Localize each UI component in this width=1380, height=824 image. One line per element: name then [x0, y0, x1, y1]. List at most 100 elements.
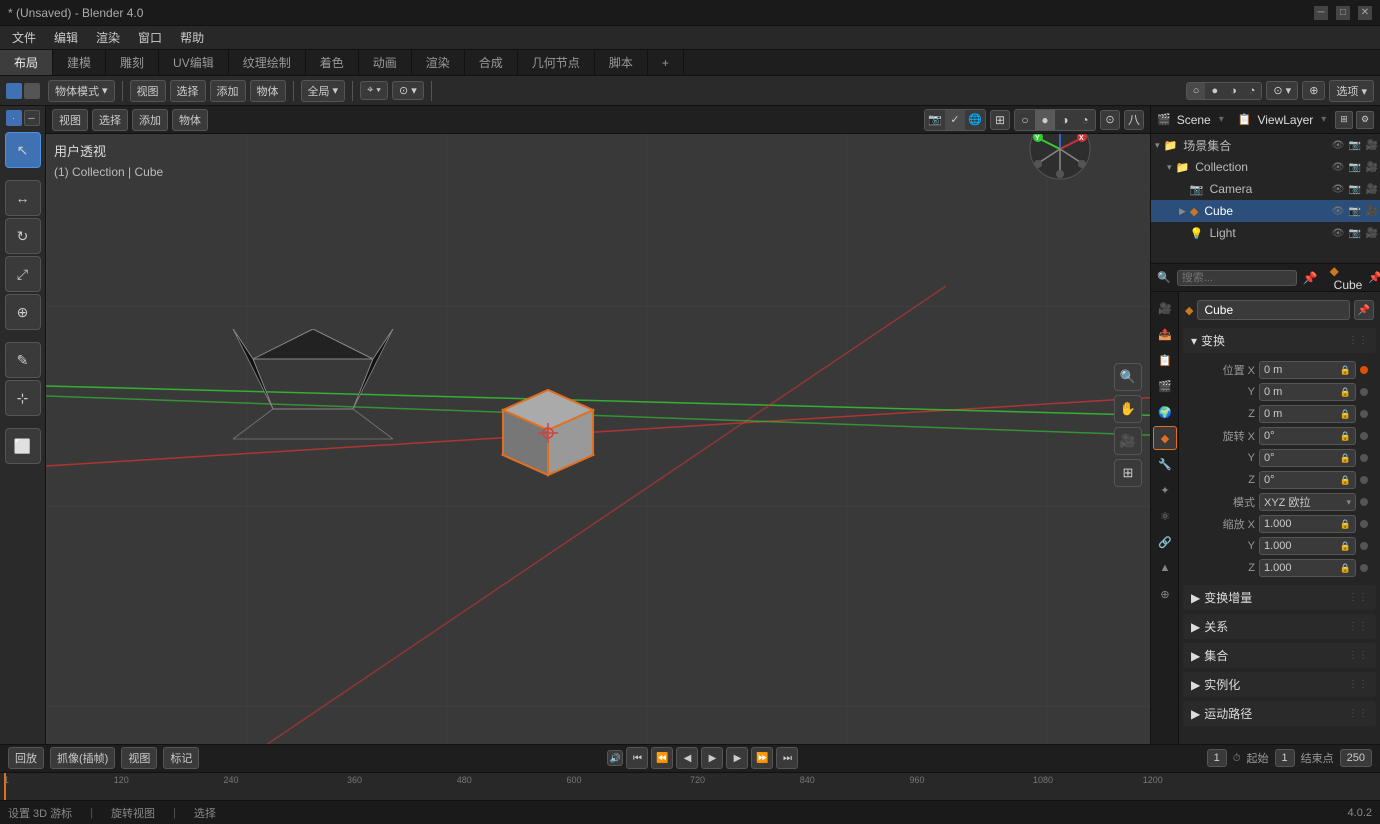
camera-view-tool[interactable]: 🎥: [1114, 427, 1142, 455]
menu-help[interactable]: 帮助: [172, 27, 212, 48]
vp-mode-cam[interactable]: 📷: [925, 110, 945, 130]
relations-header[interactable]: ▶ 关系 ⋮⋮: [1183, 614, 1376, 639]
menu-edit[interactable]: 编辑: [46, 27, 86, 48]
props-material-icon[interactable]: ⊕: [1153, 582, 1177, 606]
vp-scene-btn[interactable]: ⊞: [990, 110, 1010, 130]
props-physics-icon[interactable]: ⚛: [1153, 504, 1177, 528]
prev-frame-btn[interactable]: ◀: [676, 747, 698, 769]
play-btn[interactable]: ▶: [701, 747, 723, 769]
rotation-y-field[interactable]: 0° 🔒: [1259, 449, 1356, 467]
props-particles-icon[interactable]: ✦: [1153, 478, 1177, 502]
transform-section-header[interactable]: ▾ 变换 ⋮⋮: [1183, 328, 1376, 353]
start-frame[interactable]: 1: [1275, 749, 1295, 767]
audio-btn[interactable]: 🔊: [607, 750, 623, 766]
solid-shading[interactable]: ●: [1205, 83, 1224, 99]
obj-name-field[interactable]: Cube: [1197, 300, 1350, 320]
tab-animation[interactable]: 动画: [359, 50, 412, 75]
eye-btn[interactable]: 👁: [1330, 159, 1346, 175]
tab-render[interactable]: 渲染: [412, 50, 465, 75]
menu-window[interactable]: 窗口: [130, 27, 170, 48]
next-keyframe-btn[interactable]: ⏩: [751, 747, 773, 769]
select-menu[interactable]: 选择: [170, 80, 206, 102]
props-output-icon[interactable]: 📤: [1153, 322, 1177, 346]
props-modifier-icon[interactable]: 🔧: [1153, 452, 1177, 476]
to-end-btn[interactable]: ⏭: [776, 747, 798, 769]
global-selector[interactable]: 全局 ▾: [301, 80, 346, 102]
close-button[interactable]: ✕: [1358, 6, 1372, 20]
eye-btn[interactable]: 👁: [1330, 137, 1346, 153]
tl-view-btn[interactable]: 视图: [121, 747, 157, 769]
vp-view-btn[interactable]: 视图: [52, 109, 88, 131]
props-render-icon[interactable]: 🎥: [1153, 296, 1177, 320]
view-menu[interactable]: 视图: [130, 80, 166, 102]
tab-texture-paint[interactable]: 纹理绘制: [229, 50, 306, 75]
menu-render[interactable]: 渲染: [88, 27, 128, 48]
cam-btn[interactable]: 📷: [1347, 225, 1363, 241]
to-start-btn[interactable]: ⏮: [626, 747, 648, 769]
tl-marker-btn[interactable]: 标记: [163, 747, 199, 769]
select-mode-vert[interactable]: ·: [6, 110, 22, 126]
outliner-settings[interactable]: ⚙: [1356, 111, 1374, 129]
interpolation-btn[interactable]: 抓像(插帧): [50, 747, 115, 769]
outliner-filter[interactable]: ⊞: [1335, 111, 1353, 129]
object-menu[interactable]: 物体: [250, 80, 286, 102]
viewport-overlays[interactable]: ⊙ ▾: [1266, 81, 1298, 100]
tab-sculpt[interactable]: 雕刻: [106, 50, 159, 75]
frame-grid-tool[interactable]: ⊞: [1114, 459, 1142, 487]
collections-header[interactable]: ▶ 集合 ⋮⋮: [1183, 643, 1376, 668]
prev-keyframe-btn[interactable]: ⏪: [651, 747, 673, 769]
vp-material-btn[interactable]: ◑: [1055, 110, 1075, 130]
tab-uv[interactable]: UV编辑: [159, 50, 229, 75]
maximize-button[interactable]: □: [1336, 6, 1350, 20]
current-frame[interactable]: 1: [1207, 749, 1227, 767]
tab-scripting[interactable]: 脚本: [595, 50, 648, 75]
render-btn[interactable]: 🎥: [1364, 181, 1380, 197]
pin-btn[interactable]: 📌: [1368, 271, 1380, 284]
vp-solid-btn[interactable]: ●: [1035, 110, 1055, 130]
rotate-tool[interactable]: ↻: [5, 218, 41, 254]
props-scene-icon[interactable]: 🎬: [1153, 374, 1177, 398]
menu-file[interactable]: 文件: [4, 27, 44, 48]
vp-add-btn[interactable]: 添加: [132, 109, 168, 131]
measure-tool[interactable]: ⊹: [5, 380, 41, 416]
wireframe-shading[interactable]: ○: [1187, 83, 1206, 99]
mode-selector[interactable]: 物体模式 ▾: [48, 80, 115, 102]
vp-overlay-btn[interactable]: ⊙: [1100, 110, 1120, 130]
move-tool[interactable]: ↔: [5, 180, 41, 216]
snap-button[interactable]: ⌖ ▾: [360, 81, 388, 100]
add-cube-tool[interactable]: ⬜: [5, 428, 41, 464]
vp-gizmo-btn[interactable]: 八: [1124, 110, 1144, 130]
position-x-field[interactable]: 0 m 🔒: [1259, 361, 1356, 379]
pan-tool[interactable]: ✋: [1114, 395, 1142, 423]
tab-compositing[interactable]: 合成: [465, 50, 518, 75]
minimize-button[interactable]: ─: [1314, 6, 1328, 20]
transform-tool[interactable]: ⊕: [5, 294, 41, 330]
render-btn[interactable]: 🎥: [1364, 137, 1380, 153]
eye-btn[interactable]: 👁: [1330, 203, 1346, 219]
props-object-icon[interactable]: ◆: [1153, 426, 1177, 450]
cam-btn[interactable]: 📷: [1347, 181, 1363, 197]
material-shading[interactable]: ◑: [1224, 83, 1243, 99]
playback-mode-btn[interactable]: 回放: [8, 747, 44, 769]
props-data-icon[interactable]: ▲: [1153, 556, 1177, 580]
instancing-header[interactable]: ▶ 实例化 ⋮⋮: [1183, 672, 1376, 697]
scale-x-field[interactable]: 1.000 🔒: [1259, 515, 1356, 533]
select-mode-edge[interactable]: ─: [24, 110, 40, 126]
timeline-scrubber[interactable]: 1 120 240 360 480 600 720 840 960 1080 1…: [0, 773, 1380, 800]
cursor-tool[interactable]: ↖: [5, 132, 41, 168]
outliner-row-camera[interactable]: ▶ 📷 Camera 👁 📷 🎥: [1151, 178, 1380, 200]
next-frame-btn[interactable]: ▶: [726, 747, 748, 769]
render-btn[interactable]: 🎥: [1364, 225, 1380, 241]
vp-mode-globe[interactable]: 🌐: [965, 110, 985, 130]
vp-rendered-btn[interactable]: ◔: [1075, 110, 1095, 130]
cam-btn[interactable]: 📷: [1347, 159, 1363, 175]
vp-object-btn[interactable]: 物体: [172, 109, 208, 131]
rendered-shading[interactable]: ◔: [1243, 83, 1262, 99]
outliner-row-cube[interactable]: ▶ ◆ Cube 👁 📷 🎥: [1151, 200, 1380, 222]
options-btn[interactable]: 选项 ▾: [1329, 80, 1374, 102]
add-menu[interactable]: 添加: [210, 80, 246, 102]
scale-y-field[interactable]: 1.000 🔒: [1259, 537, 1356, 555]
render-btn[interactable]: 🎥: [1364, 203, 1380, 219]
outliner-row-collection[interactable]: ▾ 📁 Collection 👁 📷 🎥: [1151, 156, 1380, 178]
scale-z-field[interactable]: 1.000 🔒: [1259, 559, 1356, 577]
